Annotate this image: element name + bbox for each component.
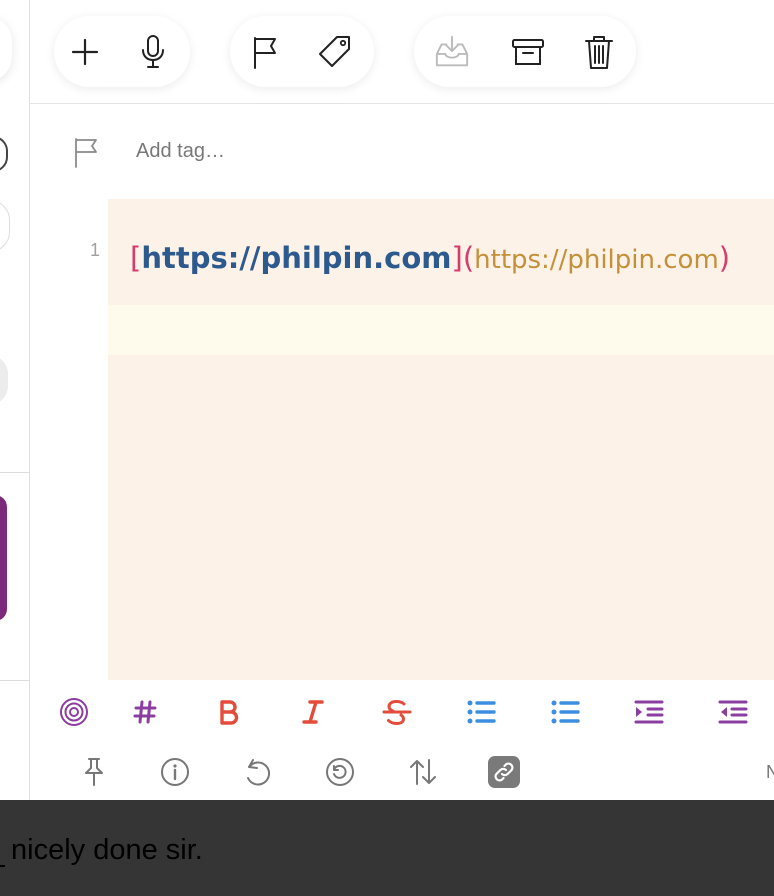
numbered-list-icon[interactable] <box>549 690 581 734</box>
inbox-download-icon[interactable] <box>434 34 470 70</box>
history-icon[interactable] <box>322 748 358 796</box>
microphone-icon[interactable] <box>135 34 171 70</box>
undo-icon[interactable] <box>240 748 276 796</box>
bulleted-list-icon[interactable] <box>465 690 497 734</box>
toolbar-group-manage <box>414 16 636 87</box>
caption-bar: nicely done sir. <box>0 800 774 896</box>
format-toolbar <box>30 690 774 735</box>
link-text[interactable]: https://philpin.com <box>141 241 451 275</box>
plus-icon[interactable] <box>67 34 103 70</box>
left-selected-note[interactable] <box>0 495 7 621</box>
bold-icon[interactable] <box>213 690 245 734</box>
sort-icon[interactable] <box>405 748 441 796</box>
caption-cut-char <box>0 838 5 870</box>
left-round-button[interactable] <box>0 355 8 405</box>
link-close-bracket: ] <box>451 241 463 275</box>
link-open-bracket: [ <box>130 241 142 275</box>
left-divider-2 <box>0 680 29 681</box>
indent-icon[interactable] <box>633 690 665 734</box>
link-icon[interactable] <box>486 748 522 796</box>
flag-icon[interactable] <box>248 34 284 70</box>
link-url[interactable]: https://philpin.com <box>474 245 719 275</box>
current-line-highlight <box>108 305 774 355</box>
link-open-paren: ( <box>462 241 475 275</box>
line-number: 1 <box>89 240 100 260</box>
left-divider <box>0 472 29 473</box>
tag-icon[interactable] <box>317 34 353 70</box>
italic-icon[interactable] <box>297 690 329 734</box>
info-icon[interactable] <box>157 748 193 796</box>
outdent-icon[interactable] <box>717 690 749 734</box>
toolbar-group-create <box>54 16 190 87</box>
archive-icon[interactable] <box>510 34 546 70</box>
left-sidebar <box>0 0 30 800</box>
trash-icon[interactable] <box>581 34 617 70</box>
pin-icon[interactable] <box>76 748 112 796</box>
caption-text: nicely done sir. <box>11 834 203 866</box>
add-tag-input[interactable]: Add tag… <box>136 140 225 163</box>
toolbar-group-organize <box>230 16 374 87</box>
strikethrough-icon[interactable] <box>381 690 413 734</box>
editor-line-1[interactable]: [https://philpin.com](https://philpin.co… <box>130 238 730 280</box>
bottom-toolbar: N <box>30 748 774 796</box>
heading-hash-icon[interactable] <box>129 690 161 734</box>
link-close-paren: ) <box>718 241 731 275</box>
left-search-field[interactable] <box>0 200 10 252</box>
tag-flag-icon[interactable] <box>72 136 102 168</box>
left-circle-control[interactable] <box>0 136 8 172</box>
target-icon[interactable] <box>58 690 90 734</box>
tag-row: Add tag… <box>30 104 774 199</box>
left-pill-button[interactable] <box>0 16 12 82</box>
top-toolbar <box>30 0 774 104</box>
bottom-trailing-text: N <box>766 762 774 782</box>
